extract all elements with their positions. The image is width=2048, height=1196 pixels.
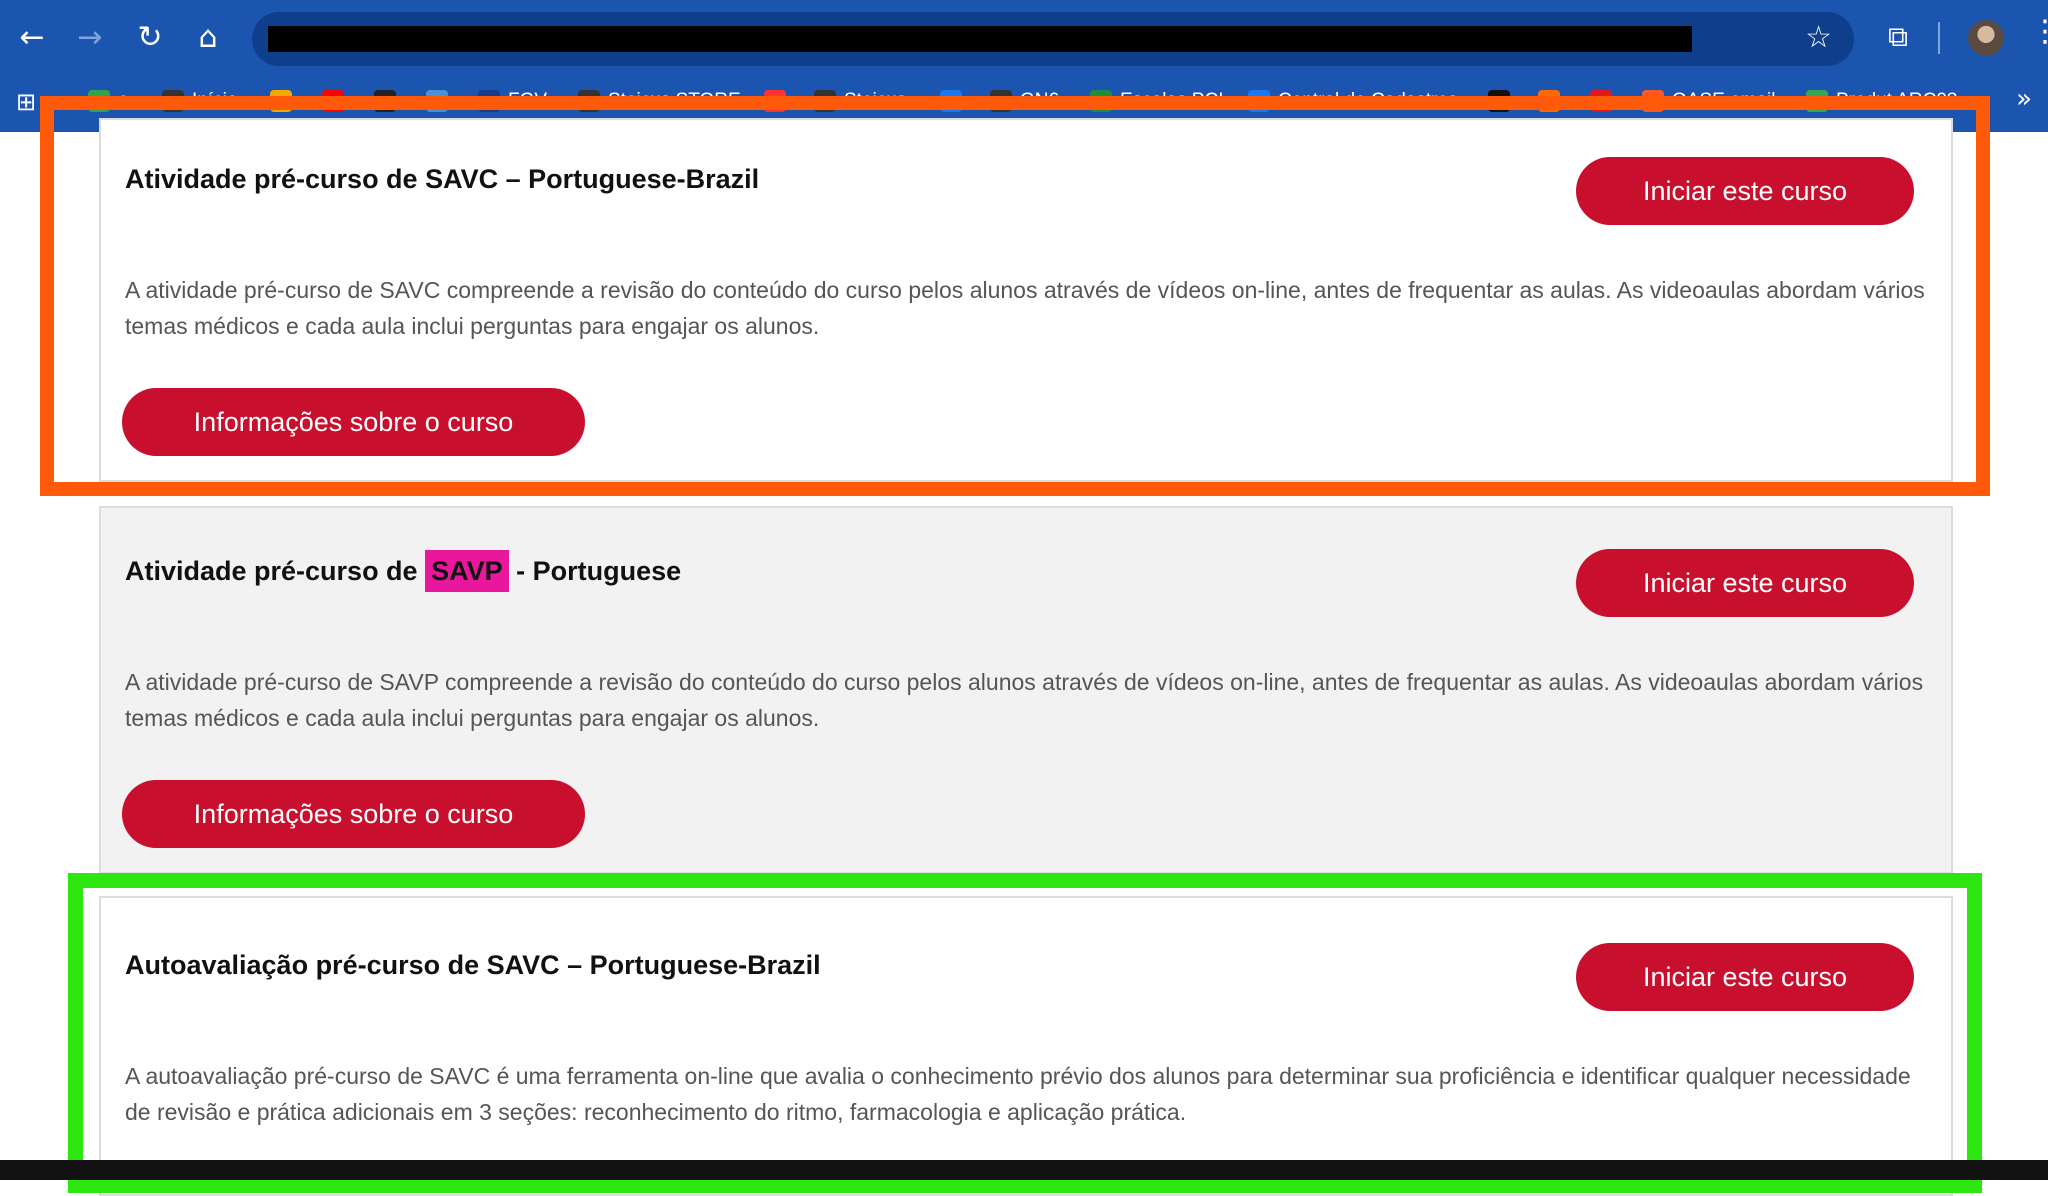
course-info-button[interactable]: Informações sobre o curso — [122, 780, 585, 848]
course-description: A atividade pré-curso de SAVP compreende… — [125, 669, 1924, 731]
forward-arrow-icon[interactable]: → — [70, 18, 110, 58]
back-arrow-icon[interactable]: ← — [12, 18, 52, 58]
browser-toolbar: ← → ↻ ⌂ ☆ ⧉ ⋮ — [0, 0, 2048, 78]
course-title-prefix: Atividade pré-curso de — [125, 556, 418, 586]
address-bar[interactable]: ☆ — [252, 12, 1854, 66]
redacted-url — [268, 26, 1692, 52]
bookmark-star-icon[interactable]: ☆ — [1805, 20, 1832, 55]
home-icon[interactable]: ⌂ — [188, 18, 228, 58]
bottom-edge-bar — [0, 1160, 2048, 1180]
extensions-icon[interactable]: ⧉ — [1880, 20, 1916, 56]
highlighted-text: SAVP — [425, 550, 509, 592]
green-highlight-frame — [68, 873, 1982, 1193]
bookmarks-overflow-icon[interactable]: » — [2016, 84, 2032, 114]
reload-icon[interactable]: ↻ — [130, 18, 170, 58]
toolbar-divider — [1938, 22, 1940, 54]
course-card-savp-activity: Atividade pré-curso de SAVP - Portuguese… — [99, 506, 1953, 874]
course-title: Atividade pré-curso de SAVP - Portuguese — [125, 550, 682, 592]
orange-highlight-frame — [40, 96, 1990, 496]
apps-grid-icon[interactable]: ⊞ — [16, 88, 42, 116]
menu-dots-icon[interactable]: ⋮ — [2030, 14, 2048, 49]
profile-avatar[interactable] — [1968, 20, 2004, 56]
course-title-suffix: - Portuguese — [516, 556, 682, 586]
start-course-button[interactable]: Iniciar este curso — [1576, 549, 1914, 617]
